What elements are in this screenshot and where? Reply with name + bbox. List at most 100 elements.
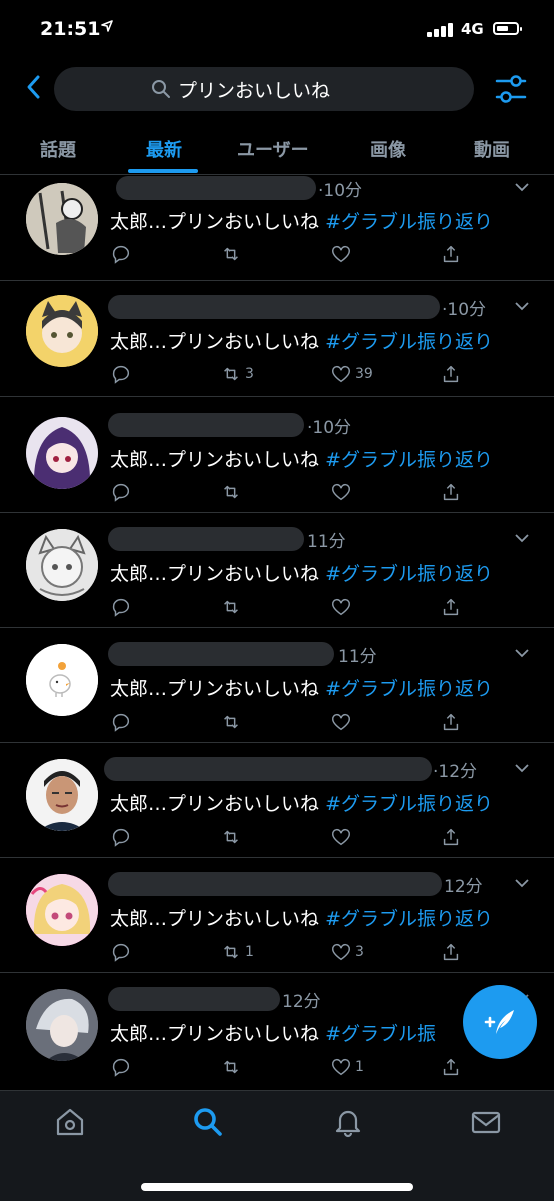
like-button[interactable]: [330, 241, 355, 267]
retweet-icon: [224, 1060, 238, 1074]
like-button[interactable]: [330, 709, 355, 735]
notifications-bell-icon[interactable]: [332, 1106, 364, 1138]
reply-button[interactable]: [110, 241, 132, 267]
hashtag-link[interactable]: #グラブル振り返り: [325, 678, 493, 700]
share-button[interactable]: [440, 939, 462, 965]
reply-button[interactable]: [110, 594, 132, 620]
tweet-time: ·10分: [442, 300, 487, 320]
tab-latest[interactable]: 最新: [146, 136, 182, 162]
heart-icon: [332, 713, 350, 731]
share-button[interactable]: [440, 241, 462, 267]
like-button[interactable]: 1: [330, 1054, 364, 1080]
reply-icon: [112, 483, 129, 502]
chevron-down-icon[interactable]: [514, 182, 530, 192]
chevron-down-icon[interactable]: [514, 763, 530, 773]
home-icon[interactable]: [54, 1106, 86, 1138]
share-button[interactable]: [440, 1054, 462, 1080]
tweet-text: 太郎…プリンおいしいね #グラブル振り返り: [110, 449, 493, 471]
avatar[interactable]: [26, 183, 98, 255]
reply-icon: [112, 245, 129, 264]
search-box[interactable]: [54, 67, 474, 111]
retweet-button[interactable]: [220, 1054, 245, 1080]
tweet-item[interactable]: 11分 太郎…プリンおいしいね #グラブル振り返り: [0, 513, 554, 628]
share-icon: [443, 713, 459, 731]
tab-images[interactable]: 画像: [370, 136, 406, 162]
like-button[interactable]: [330, 594, 355, 620]
reply-button[interactable]: [110, 709, 132, 735]
avatar[interactable]: [26, 989, 98, 1061]
share-button[interactable]: [440, 594, 462, 620]
hashtag-link[interactable]: #グラブル振り返り: [325, 793, 493, 815]
tab-users[interactable]: ユーザー: [237, 136, 309, 162]
retweet-button[interactable]: [220, 479, 245, 505]
retweet-button[interactable]: [220, 824, 245, 850]
chevron-down-icon[interactable]: [514, 878, 530, 888]
search-icon[interactable]: [192, 1106, 224, 1138]
retweet-button[interactable]: [220, 241, 245, 267]
share-icon: [443, 598, 459, 616]
avatar[interactable]: [26, 295, 98, 367]
like-button[interactable]: 3: [330, 939, 364, 965]
like-button[interactable]: [330, 824, 355, 850]
tweet-item[interactable]: 12分 太郎…プリンおいしいね #グラブル振り返り 1 3: [0, 858, 554, 973]
tweet-item[interactable]: ·10分 太郎…プリンおいしいね #グラブル振り返り: [0, 397, 554, 513]
share-icon: [443, 828, 459, 846]
chevron-down-icon[interactable]: [514, 301, 530, 311]
reply-button[interactable]: [110, 479, 132, 505]
username-redacted: [108, 987, 280, 1011]
tweet-time: ·10分: [307, 418, 352, 438]
avatar[interactable]: [26, 759, 98, 831]
reply-button[interactable]: [110, 939, 132, 965]
reply-button[interactable]: [110, 1054, 132, 1080]
avatar[interactable]: [26, 874, 98, 946]
retweet-button[interactable]: 1: [220, 939, 254, 965]
retweet-button[interactable]: [220, 594, 245, 620]
share-icon: [443, 365, 459, 383]
hashtag-link[interactable]: #グラブル振り返り: [325, 449, 493, 471]
tweet-item[interactable]: ·10分 太郎…プリンおいしいね #グラブル振り返り 3 39: [0, 281, 554, 397]
tab-top[interactable]: 話題: [40, 136, 76, 162]
heart-icon: [332, 828, 350, 846]
sliders-icon[interactable]: [494, 72, 528, 106]
reply-icon: [112, 943, 129, 962]
share-button[interactable]: [440, 709, 462, 735]
back-chevron-icon[interactable]: [20, 72, 50, 102]
retweet-button[interactable]: [220, 709, 245, 735]
tweet-time: ·10分: [318, 181, 363, 201]
share-button[interactable]: [440, 361, 462, 387]
search-tabs: 話題 最新 ユーザー 画像 動画: [0, 120, 554, 175]
tweet-item[interactable]: 11分 太郎…プリンおいしいね #グラブル振り返り: [0, 628, 554, 743]
tweet-item[interactable]: ·10分 太郎…プリンおいしいね #グラブル振り返り: [0, 175, 554, 281]
username-redacted: [108, 527, 304, 551]
reply-button[interactable]: [110, 824, 132, 850]
hashtag-link[interactable]: #グラブル振り返り: [325, 908, 493, 930]
hashtag-link[interactable]: #グラブル振り返り: [325, 331, 493, 353]
share-button[interactable]: [440, 479, 462, 505]
like-count: 1: [355, 1059, 364, 1075]
chevron-down-icon[interactable]: [514, 648, 530, 658]
username-redacted: [108, 295, 440, 319]
like-button[interactable]: 39: [330, 361, 373, 387]
like-button[interactable]: [330, 479, 355, 505]
tweet-item[interactable]: ·12分 太郎…プリンおいしいね #グラブル振り返り: [0, 743, 554, 858]
avatar[interactable]: [26, 644, 98, 716]
tab-videos[interactable]: 動画: [474, 136, 510, 162]
heart-icon: [332, 483, 350, 501]
share-icon: [443, 1058, 459, 1076]
search-input[interactable]: [178, 73, 458, 105]
hashtag-link[interactable]: #グラブル振り返り: [325, 211, 493, 233]
tweet-actions: [110, 594, 540, 620]
retweet-icon: [224, 715, 238, 729]
reply-button[interactable]: [110, 361, 132, 387]
hashtag-link[interactable]: #グラブル振: [325, 1023, 436, 1045]
share-button[interactable]: [440, 824, 462, 850]
hashtag-link[interactable]: #グラブル振り返り: [325, 563, 493, 585]
chevron-down-icon[interactable]: [514, 533, 530, 543]
compose-tweet-button[interactable]: [463, 985, 537, 1059]
retweet-count: 3: [245, 366, 254, 382]
messages-envelope-icon[interactable]: [470, 1106, 502, 1138]
retweet-button[interactable]: 3: [220, 361, 254, 387]
avatar[interactable]: [26, 529, 98, 601]
tweet-time: 11分: [307, 532, 346, 552]
avatar[interactable]: [26, 417, 98, 489]
